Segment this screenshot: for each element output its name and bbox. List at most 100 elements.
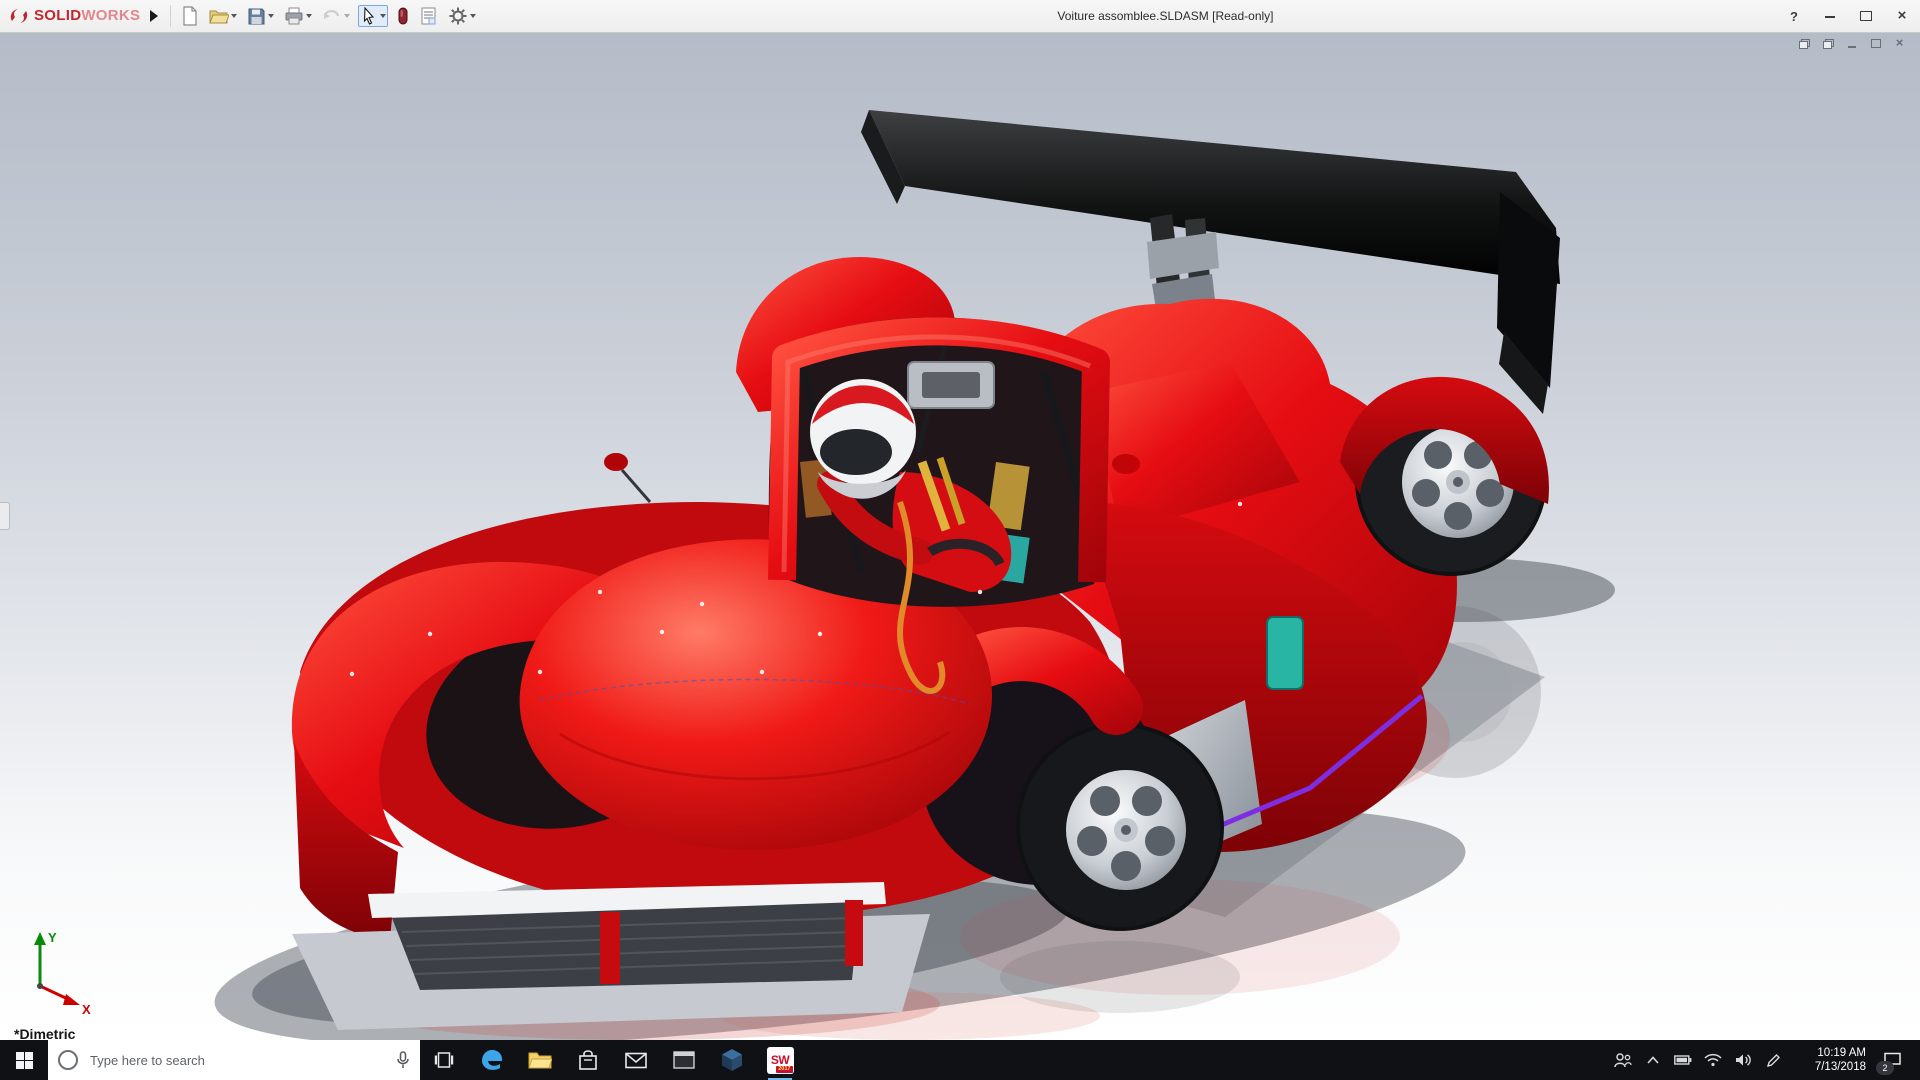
doc-cascade-button[interactable] [1821, 37, 1834, 49]
wifi-icon [1704, 1053, 1722, 1067]
solidworks-taskbar-button[interactable]: SW 2017 [756, 1040, 804, 1080]
front-splitter [292, 882, 930, 1030]
open-button[interactable] [207, 5, 239, 27]
graphics-viewport[interactable]: × Y X *Dimetric [0, 32, 1920, 1042]
app-window-button[interactable] [660, 1040, 708, 1080]
feature-panel-splitter-tab[interactable] [0, 502, 10, 530]
select-tool-button[interactable] [358, 5, 389, 27]
file-explorer-icon [528, 1052, 552, 1069]
store-button[interactable] [564, 1040, 612, 1080]
people-button[interactable] [1608, 1040, 1638, 1080]
open-icon [209, 10, 230, 24]
x-axis-arrow [63, 994, 80, 1005]
orientation-triad: Y X [34, 930, 91, 1016]
minimize-icon [1825, 15, 1835, 18]
windows-logo-icon [15, 1051, 33, 1069]
pen-button[interactable] [1758, 1040, 1788, 1080]
evaluate-sheet-button[interactable] [418, 4, 440, 28]
save-icon [248, 8, 265, 24]
document-title: Voiture assomblee.SLDASM [Read-only] [1057, 9, 1274, 23]
car-render[interactable] [0, 32, 1920, 1040]
save-button[interactable] [245, 5, 276, 28]
teal-duct [1266, 616, 1304, 690]
action-center-button[interactable]: 2 [1870, 1040, 1914, 1080]
mail-icon [625, 1052, 647, 1068]
print-button[interactable] [282, 5, 314, 27]
chevron-up-icon [1647, 1056, 1659, 1064]
new-document-button[interactable] [179, 4, 201, 28]
clock-time: 10:19 AM [1817, 1047, 1866, 1059]
restore-icon [1798, 38, 1810, 49]
people-icon [1614, 1053, 1632, 1068]
taskbar-clock[interactable]: 10:19 AM 7/13/2018 [1788, 1046, 1870, 1074]
maximize-icon [1870, 38, 1881, 48]
taskbar: SW 2017 [0, 1040, 1920, 1080]
file-explorer-button[interactable] [516, 1040, 564, 1080]
logo-text-solid: SOLIDWORKS [34, 7, 141, 24]
y-axis-label: Y [48, 930, 57, 945]
appearance-button[interactable] [394, 4, 412, 28]
hidden-icons-button[interactable] [1638, 1040, 1668, 1080]
close-button[interactable]: × [1894, 8, 1910, 24]
edge-button[interactable] [468, 1040, 516, 1080]
print-icon [285, 7, 303, 25]
undo-button[interactable] [320, 5, 352, 27]
left-mirror [604, 453, 628, 471]
search-input[interactable] [88, 1051, 386, 1069]
new-document-icon [183, 6, 197, 26]
mail-button[interactable] [612, 1040, 660, 1080]
volume-icon [1735, 1054, 1751, 1066]
select-arrow-icon [364, 7, 375, 25]
options-dropdown-caret[interactable] [470, 14, 477, 18]
solidworks-icon: SW 2017 [766, 1046, 794, 1074]
splitter-post [845, 900, 863, 966]
window-controls: ? × [1786, 0, 1910, 32]
titlebar: SOLIDWORKS Voiture assomblee.SLDASM [Rea… [0, 0, 1920, 33]
solidworks-logo: SOLIDWORKS [8, 7, 140, 25]
help-button[interactable]: ? [1786, 8, 1802, 24]
cascade-icon [1822, 38, 1834, 49]
evaluate-sheet-icon [421, 7, 436, 25]
volume-button[interactable] [1728, 1040, 1758, 1080]
minimize-button[interactable] [1822, 8, 1838, 24]
appearance-icon [398, 7, 408, 25]
doc-close-button[interactable]: × [1893, 35, 1906, 50]
x-axis-label: X [82, 1002, 91, 1016]
app-window-icon [673, 1051, 695, 1069]
ds-logo-icon [10, 9, 28, 23]
network-button[interactable] [1698, 1040, 1728, 1080]
doc-minimize-button[interactable] [1845, 37, 1858, 49]
clock-date: 7/13/2018 [1814, 1061, 1866, 1073]
maximize-button[interactable] [1858, 8, 1874, 24]
task-view-button[interactable] [420, 1040, 468, 1080]
microphone-icon[interactable] [396, 1051, 410, 1069]
select-dropdown-caret[interactable] [380, 14, 387, 18]
undo-dropdown-caret[interactable] [344, 14, 351, 18]
print-dropdown-caret[interactable] [306, 14, 313, 18]
save-dropdown-caret[interactable] [268, 14, 275, 18]
minimize-icon [1847, 45, 1856, 48]
taskbar-search[interactable] [48, 1040, 420, 1080]
options-button[interactable] [446, 4, 478, 28]
battery-button[interactable] [1668, 1040, 1698, 1080]
close-icon: × [1897, 7, 1907, 24]
start-button[interactable] [0, 1040, 48, 1080]
maximize-icon [1860, 11, 1872, 21]
system-tray: 10:19 AM 7/13/2018 2 [1608, 1040, 1920, 1080]
toolbar-flyout-arrow[interactable] [150, 10, 159, 22]
open-dropdown-caret[interactable] [231, 14, 238, 18]
doc-maximize-button[interactable] [1869, 37, 1882, 49]
front-right-wheel [1016, 723, 1224, 931]
right-mirror [1112, 454, 1140, 474]
notification-badge: 2 [1876, 1061, 1894, 1075]
quick-access-toolbar [179, 4, 478, 28]
task-view-icon [434, 1052, 454, 1068]
document-window-controls: × [1797, 35, 1906, 50]
pen-icon [1766, 1053, 1780, 1067]
doc-restore-button[interactable] [1797, 37, 1810, 49]
edge-icon [482, 1050, 502, 1070]
toolbar-separator [170, 5, 172, 27]
close-icon: × [1895, 35, 1904, 50]
splitter-post [600, 912, 620, 984]
cube-app-button[interactable] [708, 1040, 756, 1080]
